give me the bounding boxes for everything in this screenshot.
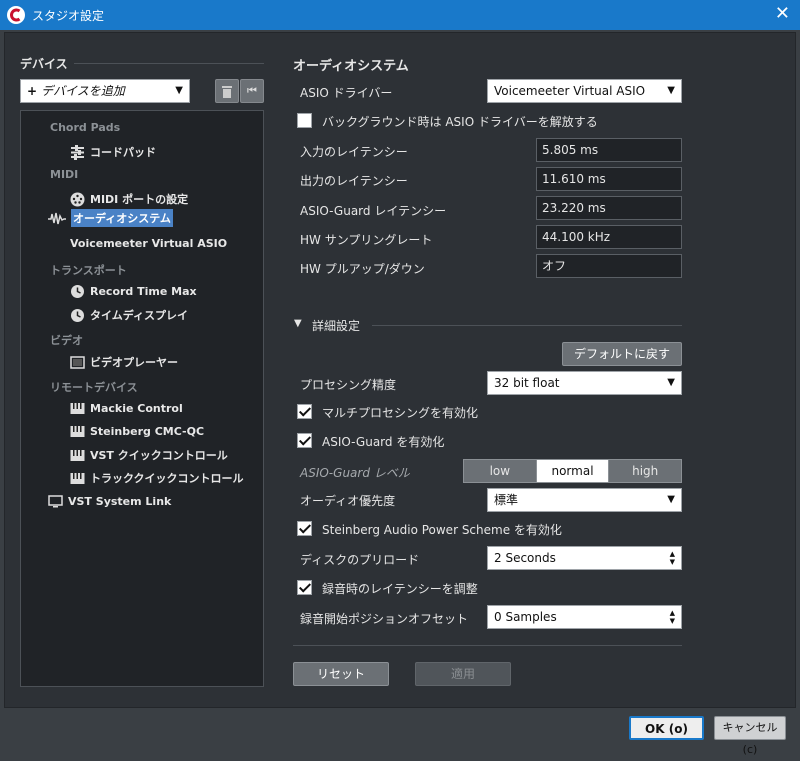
apply-button[interactable]: 適用 <box>415 662 511 686</box>
rewind-icon: ⏮ <box>247 84 257 97</box>
chevron-down-icon: ▼ <box>667 494 675 505</box>
tree-item-audio-system[interactable]: オーディオシステム <box>48 209 173 227</box>
multiprocessing-checkbox[interactable] <box>297 404 312 419</box>
tree-item-record-time[interactable]: Record Time Max <box>70 282 197 300</box>
priority-dropdown[interactable]: 標準 ▼ <box>487 488 682 512</box>
divider <box>372 325 682 326</box>
input-latency-label: 入力のレイテンシー <box>300 145 408 159</box>
preload-label: ディスクのプリロード <box>300 553 420 567</box>
waveform-icon <box>48 211 66 226</box>
tree-item-mackie[interactable]: Mackie Control <box>70 399 183 417</box>
keyboard-icon <box>70 471 85 486</box>
tree-category-video: ビデオ <box>50 334 83 347</box>
precision-label: プロセシング精度 <box>300 378 397 392</box>
guard-level-low[interactable]: low <box>464 460 537 482</box>
tree-category-remote: リモートデバイス <box>50 381 138 394</box>
collapse-triangle-icon[interactable]: ▼ <box>294 318 302 329</box>
hw-pull-field: オフ <box>536 254 682 278</box>
adjust-latency-checkbox[interactable] <box>297 580 312 595</box>
reset-device-button[interactable]: ⏮ <box>240 79 264 103</box>
chevron-down-icon: ▼ <box>667 85 675 96</box>
tree-item-voicemeeter[interactable]: Voicemeeter Virtual ASIO <box>70 234 227 252</box>
ok-button[interactable]: OK (o) <box>629 716 704 740</box>
asio-driver-dropdown[interactable]: Voicemeeter Virtual ASIO ▼ <box>487 79 682 103</box>
priority-label: オーディオ優先度 <box>300 494 396 508</box>
output-latency-label: 出力のレイテンシー <box>300 174 408 188</box>
clock-icon <box>70 284 85 299</box>
cancel-button[interactable]: キャンセル (c) <box>714 716 786 756</box>
offset-label: 録音開始ポジションオフセット <box>300 612 469 626</box>
chevron-down-icon: ▼ <box>175 85 183 96</box>
hw-rate-field: 44.100 kHz <box>536 225 682 249</box>
precision-dropdown[interactable]: 32 bit float ▼ <box>487 371 682 395</box>
tree-item-time-display[interactable]: タイムディスプレイ <box>70 306 188 324</box>
cubase-logo-icon <box>7 6 25 24</box>
divider <box>74 63 264 64</box>
clock-icon <box>70 308 85 323</box>
guard-level-segmented[interactable]: low normal high <box>463 459 682 483</box>
trash-icon <box>222 86 232 98</box>
guard-latency-field: 23.220 ms <box>536 196 682 220</box>
keyboard-icon <box>70 424 85 439</box>
guard-level-normal[interactable]: normal <box>536 460 610 482</box>
add-device-dropdown[interactable]: + デバイスを追加 ▼ <box>20 79 190 103</box>
title-bar: スタジオ設定 ✕ <box>0 0 800 30</box>
tree-item-cmc[interactable]: Steinberg CMC-QC <box>70 422 204 440</box>
adjust-latency-label: 録音時のレイテンシーを調整 <box>322 582 478 596</box>
spin-updown-icon[interactable]: ▲ ▼ <box>670 550 675 566</box>
keyboard-icon <box>70 401 85 416</box>
spin-updown-icon[interactable]: ▲ ▼ <box>670 609 675 625</box>
release-driver-checkbox[interactable] <box>297 113 312 128</box>
close-icon[interactable]: ✕ <box>775 3 790 25</box>
offset-spinbox[interactable]: 0 Samples ▲ ▼ <box>487 605 682 629</box>
power-scheme-checkbox[interactable] <box>297 521 312 536</box>
asio-driver-label: ASIO ドライバー <box>300 86 393 100</box>
tree-item-vst-quick[interactable]: VST クイックコントロール <box>70 446 228 464</box>
reset-button[interactable]: リセット <box>293 662 389 686</box>
chevron-down-icon: ▼ <box>667 377 675 388</box>
tree-item-track-quick[interactable]: トラッククイックコントロール <box>70 469 244 487</box>
guard-enable-checkbox[interactable] <box>297 433 312 448</box>
tree-category-transport: トランスポート <box>50 264 127 277</box>
reset-default-button[interactable]: デフォルトに戻す <box>562 342 682 366</box>
input-latency-field: 5.805 ms <box>536 138 682 162</box>
tree-item-midi-port[interactable]: MIDI ポートの設定 <box>70 190 188 208</box>
audio-system-header: オーディオシステム <box>293 59 409 74</box>
sliders-icon <box>70 144 85 160</box>
plus-icon: + <box>27 84 38 98</box>
guard-latency-label: ASIO-Guard レイテンシー <box>300 204 447 218</box>
guard-level-label: ASIO-Guard レベル <box>300 466 410 480</box>
midi-port-icon <box>70 192 85 207</box>
output-latency-field: 11.610 ms <box>536 167 682 191</box>
film-icon <box>70 355 85 370</box>
tree-item-video-player[interactable]: ビデオプレーヤー <box>70 353 178 371</box>
hw-pull-label: HW プルアップ/ダウン <box>300 262 425 276</box>
divider <box>293 645 682 646</box>
keyboard-icon <box>70 448 85 463</box>
trash-button[interactable] <box>215 79 239 103</box>
advanced-header[interactable]: 詳細設定 <box>312 317 360 334</box>
guard-enable-label: ASIO-Guard を有効化 <box>322 435 445 449</box>
release-driver-label: バックグラウンド時は ASIO ドライバーを解放する <box>322 115 598 129</box>
window-title: スタジオ設定 <box>32 9 105 23</box>
devices-header: デバイス <box>20 57 68 71</box>
multiprocessing-label: マルチプロセシングを有効化 <box>322 406 479 420</box>
guard-level-high[interactable]: high <box>609 460 682 482</box>
hw-rate-label: HW サンプリングレート <box>300 233 433 247</box>
monitor-icon <box>48 494 63 509</box>
preload-spinbox[interactable]: 2 Seconds ▲ ▼ <box>487 546 682 570</box>
tree-item-vst-link[interactable]: VST System Link <box>48 492 171 510</box>
tree-item-chord-pad[interactable]: コードパッド <box>70 143 156 161</box>
tree-category-midi: MIDI <box>50 168 79 181</box>
power-scheme-label: Steinberg Audio Power Scheme を有効化 <box>322 523 562 537</box>
tree-category-chord: Chord Pads <box>50 121 121 134</box>
